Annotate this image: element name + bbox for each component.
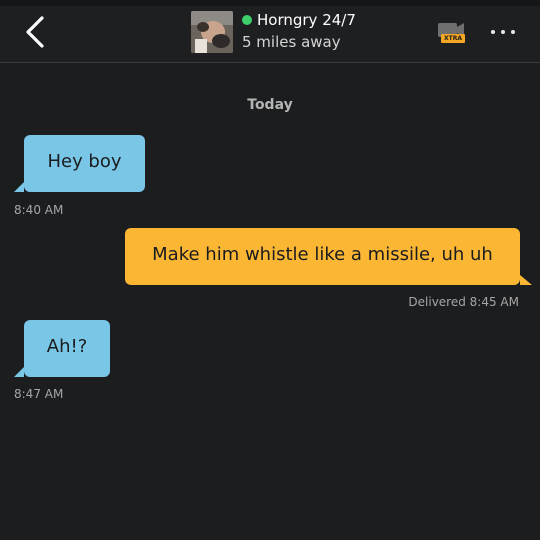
chat-header: Horngry 24/7 5 miles away XTRA	[0, 0, 540, 63]
status-bar	[0, 0, 540, 6]
profile-distance: 5 miles away	[242, 33, 341, 51]
day-separator: Today	[247, 97, 293, 113]
more-horizontal-icon	[501, 30, 505, 34]
bubble-tail	[14, 182, 24, 192]
bubble-tail	[14, 367, 24, 377]
xtra-badge: XTRA	[441, 34, 465, 43]
back-button[interactable]	[18, 12, 54, 52]
outgoing-message-bubble[interactable]: Make him whistle like a missile, uh uh	[125, 228, 532, 285]
message-text: Hey boy	[47, 151, 122, 172]
chat-screen: Horngry 24/7 5 miles away XTRA Today Hey…	[0, 0, 540, 540]
profile-avatar[interactable]	[191, 11, 233, 53]
more-horizontal-icon	[491, 30, 495, 34]
message-timestamp: 8:47 AM	[14, 387, 64, 401]
incoming-message-bubble[interactable]: Ah!?	[14, 320, 110, 377]
incoming-message-bubble[interactable]: Hey boy	[14, 135, 145, 192]
message-timestamp: 8:40 AM	[14, 203, 64, 217]
delivery-status: Delivered 8:45 AM	[408, 295, 519, 309]
online-status-dot	[242, 15, 252, 25]
more-options-button[interactable]	[488, 22, 518, 42]
message-text: Ah!?	[46, 336, 88, 357]
more-horizontal-icon	[511, 30, 515, 34]
bubble-tail	[520, 275, 532, 285]
profile-name[interactable]: Horngry 24/7	[257, 11, 356, 29]
avatar-photo	[191, 11, 233, 53]
chevron-left-icon	[26, 16, 44, 48]
message-text: Make him whistle like a missile, uh uh	[152, 244, 493, 265]
